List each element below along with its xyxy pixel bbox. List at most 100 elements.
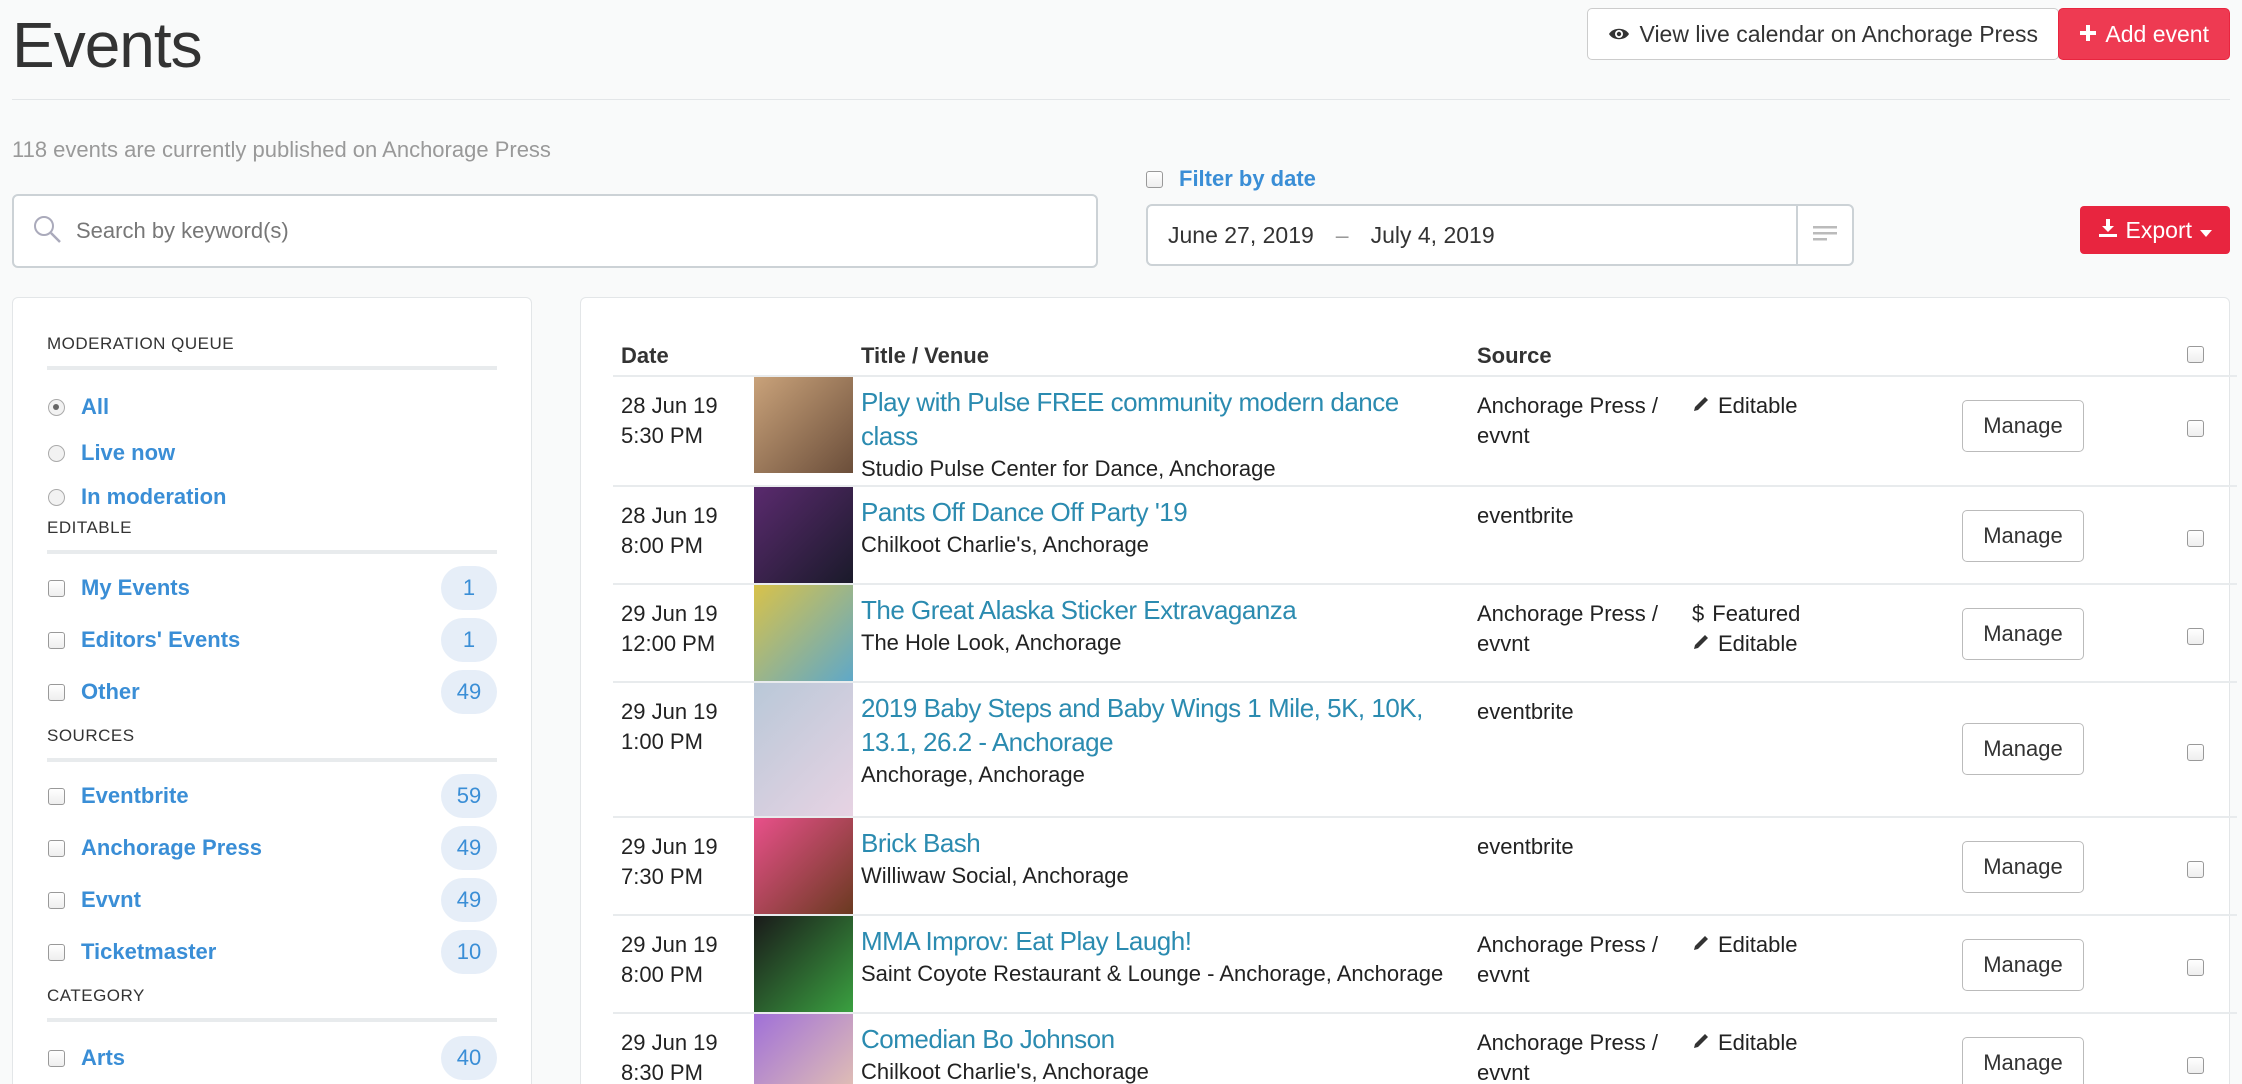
event-time: 7:30 PM bbox=[621, 864, 703, 889]
view-live-calendar-button[interactable]: View live calendar on Anchorage Press bbox=[1586, 8, 2059, 60]
checkbox[interactable] bbox=[48, 1049, 65, 1067]
title-venue-cell: Pants Off Dance Off Party '19 Chilkoot C… bbox=[853, 485, 1469, 584]
featured-flag: $ Featured bbox=[1692, 599, 1946, 629]
thumbnail-cell bbox=[754, 914, 853, 1013]
checkbox[interactable] bbox=[48, 943, 65, 961]
row-select-checkbox[interactable] bbox=[2187, 628, 2204, 645]
source-cell: Anchorage Press / evvnt bbox=[1469, 1012, 1684, 1084]
event-title-link[interactable]: The Great Alaska Sticker Extravaganza bbox=[861, 593, 1461, 627]
date-range-picker[interactable]: June 27, 2019 – July 4, 2019 bbox=[1146, 204, 1854, 266]
row-select-checkbox[interactable] bbox=[2187, 861, 2204, 878]
event-title-link[interactable]: Play with Pulse FREE community modern da… bbox=[861, 385, 1461, 453]
checkbox[interactable] bbox=[48, 579, 65, 597]
column-header-source[interactable]: Source bbox=[1469, 328, 1684, 376]
actions-cell: Manage bbox=[1954, 1012, 2154, 1084]
moderation-option-label[interactable]: Live now bbox=[81, 440, 175, 466]
moderation-option-in-moderation[interactable]: In moderation bbox=[47, 476, 497, 518]
lines-icon bbox=[1812, 222, 1838, 249]
editable-option-my-events[interactable]: My Events 1 bbox=[47, 562, 497, 614]
event-thumbnail[interactable] bbox=[754, 377, 853, 473]
row-select-checkbox[interactable] bbox=[2187, 420, 2204, 437]
event-title-link[interactable]: Comedian Bo Johnson bbox=[861, 1022, 1461, 1056]
filter-label[interactable]: Eventbrite bbox=[81, 783, 189, 809]
moderation-option-all[interactable]: All bbox=[47, 384, 497, 430]
radio-live-now[interactable] bbox=[48, 444, 65, 462]
select-cell bbox=[2154, 583, 2237, 682]
source-cell: eventbrite bbox=[1469, 816, 1684, 915]
filter-label[interactable]: Ticketmaster bbox=[81, 939, 216, 965]
source-option-ticketmaster[interactable]: Ticketmaster 10 bbox=[47, 926, 497, 978]
event-source: Anchorage Press / bbox=[1477, 1030, 1658, 1055]
moderation-option-label[interactable]: In moderation bbox=[81, 484, 226, 510]
event-title-link[interactable]: Brick Bash bbox=[861, 826, 1461, 860]
date-range-menu-button[interactable] bbox=[1796, 206, 1852, 264]
event-thumbnail[interactable] bbox=[754, 1014, 853, 1084]
add-event-button[interactable]: Add event bbox=[2058, 8, 2230, 60]
source-cell: Anchorage Press / evvnt bbox=[1469, 375, 1684, 486]
column-header-date[interactable]: Date bbox=[613, 328, 754, 376]
event-thumbnail[interactable] bbox=[754, 585, 853, 681]
table-row: 29 Jun 19 1:00 PM 2019 Baby Steps and Ba… bbox=[613, 681, 2237, 817]
column-header-title[interactable]: Title / Venue bbox=[853, 328, 1469, 376]
editable-flag: Editable bbox=[1692, 1028, 1946, 1058]
radio-all[interactable] bbox=[48, 398, 65, 416]
actions-cell: Manage bbox=[1954, 681, 2154, 817]
row-select-checkbox[interactable] bbox=[2187, 530, 2204, 547]
filter-label[interactable]: Anchorage Press bbox=[81, 835, 262, 861]
filter-label[interactable]: Other bbox=[81, 679, 140, 705]
filter-by-date-label[interactable]: Filter by date bbox=[1179, 166, 1316, 192]
event-title-link[interactable]: 2019 Baby Steps and Baby Wings 1 Mile, 5… bbox=[861, 691, 1461, 759]
moderation-option-label[interactable]: All bbox=[81, 394, 109, 420]
event-thumbnail[interactable] bbox=[754, 818, 853, 914]
row-select-checkbox[interactable] bbox=[2187, 959, 2204, 976]
export-button[interactable]: Export bbox=[2079, 206, 2230, 254]
moderation-option-live-now[interactable]: Live now bbox=[47, 430, 497, 476]
source-option-anchorage-press[interactable]: Anchorage Press 49 bbox=[47, 822, 497, 874]
source-cell: eventbrite bbox=[1469, 681, 1684, 817]
date-range-separator: – bbox=[1335, 221, 1349, 248]
manage-button[interactable]: Manage bbox=[1962, 939, 2084, 991]
filter-by-date-checkbox[interactable] bbox=[1146, 170, 1163, 188]
category-option-arts[interactable]: Arts 40 bbox=[47, 1032, 497, 1084]
filter-label[interactable]: Editors' Events bbox=[81, 627, 240, 653]
filter-label[interactable]: Evvnt bbox=[81, 887, 141, 913]
event-source-secondary: evvnt bbox=[1477, 962, 1530, 987]
row-select-checkbox[interactable] bbox=[2187, 1057, 2204, 1074]
filter-label[interactable]: Arts bbox=[81, 1045, 125, 1071]
manage-button[interactable]: Manage bbox=[1962, 841, 2084, 893]
event-thumbnail[interactable] bbox=[754, 487, 853, 583]
event-source-secondary: evvnt bbox=[1477, 631, 1530, 656]
table-row: 29 Jun 19 8:00 PM MMA Improv: Eat Play L… bbox=[613, 914, 2237, 1013]
checkbox[interactable] bbox=[48, 787, 65, 805]
event-thumbnail[interactable] bbox=[754, 916, 853, 1012]
checkbox[interactable] bbox=[48, 891, 65, 909]
manage-button[interactable]: Manage bbox=[1962, 1037, 2084, 1084]
manage-button[interactable]: Manage bbox=[1962, 510, 2084, 562]
event-date: 29 Jun 19 bbox=[621, 834, 718, 859]
search-input[interactable] bbox=[76, 218, 976, 244]
date-to[interactable]: July 4, 2019 bbox=[1371, 222, 1495, 249]
event-venue: Anchorage, Anchorage bbox=[861, 762, 1085, 787]
manage-button[interactable]: Manage bbox=[1962, 608, 2084, 660]
select-all-checkbox[interactable] bbox=[2187, 346, 2204, 363]
editable-option-editors-events[interactable]: Editors' Events 1 bbox=[47, 614, 497, 666]
event-thumbnail[interactable] bbox=[754, 683, 853, 816]
source-option-eventbrite[interactable]: Eventbrite 59 bbox=[47, 770, 497, 822]
manage-button[interactable]: Manage bbox=[1962, 400, 2084, 452]
event-title-link[interactable]: Pants Off Dance Off Party '19 bbox=[861, 495, 1461, 529]
checkbox[interactable] bbox=[48, 839, 65, 857]
checkbox[interactable] bbox=[48, 631, 65, 649]
event-title-link[interactable]: MMA Improv: Eat Play Laugh! bbox=[861, 924, 1461, 958]
radio-in-moderation[interactable] bbox=[48, 488, 65, 506]
editable-option-other[interactable]: Other 49 bbox=[47, 666, 497, 718]
event-date: 29 Jun 19 bbox=[621, 699, 718, 724]
date-from[interactable]: June 27, 2019 bbox=[1168, 222, 1314, 249]
checkbox[interactable] bbox=[48, 683, 65, 701]
row-select-checkbox[interactable] bbox=[2187, 744, 2204, 761]
search-box[interactable] bbox=[12, 194, 1098, 268]
flags-cell: Editable bbox=[1684, 375, 1954, 486]
source-option-evvnt[interactable]: Evvnt 49 bbox=[47, 874, 497, 926]
manage-button[interactable]: Manage bbox=[1962, 723, 2084, 775]
caret-down-icon bbox=[2200, 217, 2212, 244]
filter-label[interactable]: My Events bbox=[81, 575, 190, 601]
